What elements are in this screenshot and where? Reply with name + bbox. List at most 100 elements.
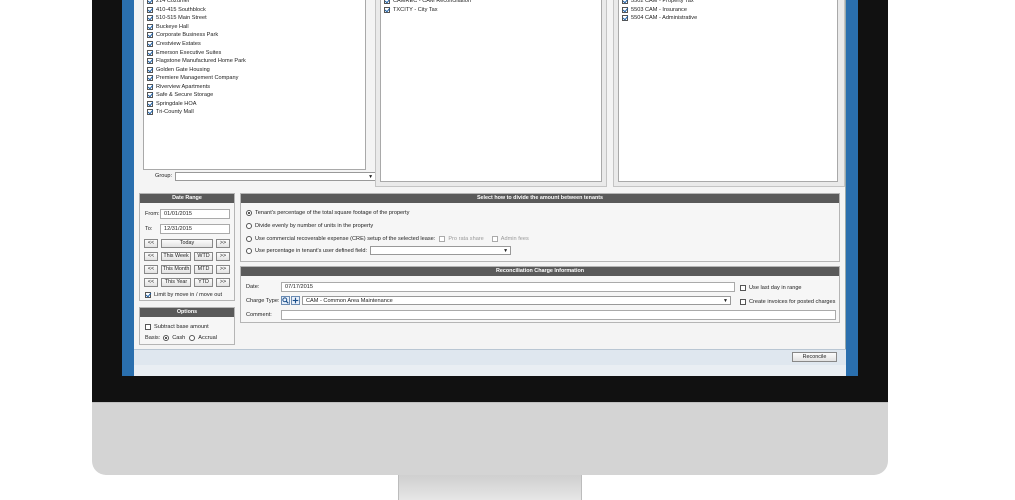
- this-month-button[interactable]: This Month: [161, 265, 191, 274]
- next-month-button[interactable]: >>: [216, 265, 230, 274]
- list-item-label: Riverview Apartments: [156, 83, 211, 90]
- list-item[interactable]: Corporate Business Park: [147, 31, 218, 40]
- list-item[interactable]: 510-515 Main Street: [147, 14, 207, 23]
- comment-input[interactable]: [281, 310, 836, 320]
- cash-label: Cash: [172, 334, 186, 341]
- this-year-button[interactable]: This Year: [161, 278, 191, 287]
- list-item-checkbox[interactable]: [147, 41, 153, 47]
- monitor-chin: [92, 402, 888, 475]
- list-item[interactable]: Tri-County Mall: [147, 108, 194, 117]
- create-invoices-checkbox[interactable]: [740, 298, 746, 305]
- list-item-label: Corporate Business Park: [156, 32, 219, 39]
- list-item[interactable]: Riverview Apartments: [147, 83, 210, 92]
- from-date-input[interactable]: 01/01/2015: [160, 209, 230, 219]
- list-item[interactable]: TXCITY - City Tax: [384, 6, 438, 15]
- ytd-button[interactable]: YTD: [194, 278, 213, 287]
- admin-fees-label: Admin fees: [500, 235, 529, 242]
- list-item-label: Buckeye Hall: [156, 23, 189, 30]
- this-week-button[interactable]: This Week: [161, 252, 191, 261]
- prev-month-button[interactable]: <<: [144, 265, 158, 274]
- list-item-checkbox[interactable]: [384, 6, 390, 13]
- charge-type-select[interactable]: CAM - Common Area Maintenance ▼: [302, 296, 731, 305]
- list-item[interactable]: Flagstone Manufactured Home Park: [147, 57, 246, 66]
- list-item[interactable]: 5504 CAM - Administrative: [622, 14, 697, 23]
- list-item-checkbox[interactable]: [147, 100, 153, 107]
- group-row: Group: ▼: [155, 171, 377, 181]
- next-today-button[interactable]: >>: [216, 239, 230, 248]
- list-item-checkbox[interactable]: [147, 58, 153, 65]
- list-item-checkbox[interactable]: [147, 92, 153, 99]
- reconcile-button[interactable]: Reconcile: [792, 352, 837, 362]
- limit-move-row[interactable]: Limit by move in / move out: [145, 290, 222, 299]
- list-item-checkbox[interactable]: [622, 0, 628, 5]
- mtd-button[interactable]: MTD: [194, 265, 213, 274]
- list-item-checkbox[interactable]: [147, 49, 153, 56]
- list-item[interactable]: 410-415 Southblock: [147, 6, 206, 15]
- list-item-checkbox[interactable]: [147, 66, 153, 73]
- charge-type-value: CAM - Common Area Maintenance: [306, 297, 393, 304]
- list-item-checkbox[interactable]: [147, 75, 153, 82]
- limit-move-checkbox[interactable]: [145, 291, 151, 298]
- divide-panel: Select how to divide the amount between …: [240, 193, 840, 262]
- last-day-checkbox[interactable]: [740, 284, 746, 291]
- udf-select[interactable]: ▼: [370, 246, 512, 255]
- divide-option-2[interactable]: Use commercial recoverable expense (CRE)…: [246, 234, 529, 243]
- divide-option-1[interactable]: Divide evenly by number of units in the …: [246, 221, 373, 230]
- property-list[interactable]: 214 Cozumel 410-415 Southblock 510-515 Mai…: [143, 0, 366, 170]
- pro-rata-checkbox[interactable]: [439, 235, 446, 242]
- divide-option-3[interactable]: Use percentage in tenant's user defined …: [246, 246, 512, 255]
- list-item[interactable]: Emerson Executive Suites: [147, 48, 221, 57]
- wtd-button[interactable]: WTD: [194, 252, 213, 261]
- subtract-base-row[interactable]: Subtract base amount: [145, 322, 209, 331]
- divide-option-0[interactable]: Tenant's percentage of the total square …: [246, 208, 409, 217]
- divide-radio-2[interactable]: [246, 235, 252, 242]
- charge-code-list[interactable]: CAMREC - CAM Reconciliation TXCITY - City…: [380, 0, 602, 182]
- accrual-radio[interactable]: [189, 334, 196, 341]
- divide-radio-1[interactable]: [246, 222, 252, 229]
- today-button[interactable]: Today: [161, 239, 213, 248]
- list-item[interactable]: Golden Gate Housing: [147, 65, 210, 74]
- last-day-row[interactable]: Use last day in range: [740, 283, 802, 292]
- next-year-button[interactable]: >>: [216, 278, 230, 287]
- list-item-checkbox[interactable]: [622, 15, 628, 22]
- cash-radio[interactable]: [163, 334, 170, 341]
- to-date-input[interactable]: 12/31/2015: [160, 224, 230, 234]
- group-label: Group:: [155, 173, 173, 179]
- list-item-checkbox[interactable]: [147, 83, 153, 90]
- list-item-checkbox[interactable]: [147, 0, 153, 5]
- list-item-checkbox[interactable]: [147, 109, 153, 116]
- chevron-down-icon: ▼: [368, 173, 374, 180]
- list-item-checkbox[interactable]: [622, 6, 628, 13]
- plus-icon[interactable]: [291, 296, 300, 305]
- charge-date-input[interactable]: 07/17/2015: [281, 282, 735, 292]
- next-week-button[interactable]: >>: [216, 252, 230, 261]
- list-item[interactable]: Springdale HOA: [147, 100, 196, 109]
- subtract-base-checkbox[interactable]: [145, 323, 151, 330]
- prev-year-button[interactable]: <<: [144, 278, 158, 287]
- monitor-screen: 214 Cozumel 410-415 Southblock 510-515 Mai…: [122, 0, 858, 376]
- list-item[interactable]: Crestview Estates: [147, 40, 201, 49]
- list-item[interactable]: Safe & Secure Storage: [147, 91, 213, 100]
- list-item-checkbox[interactable]: [147, 32, 153, 39]
- divide-label-1: Divide evenly by number of units in the …: [255, 222, 374, 229]
- admin-fees-checkbox[interactable]: [491, 235, 498, 242]
- date-range-panel: Date Range From: 01/01/2015 To: 12/31/20…: [139, 193, 235, 301]
- list-item[interactable]: Buckeye Hall: [147, 23, 189, 32]
- list-item-checkbox[interactable]: [384, 0, 390, 5]
- divide-radio-3[interactable]: [246, 247, 252, 254]
- reconciliation-window: 214 Cozumel 410-415 Southblock 510-515 Mai…: [134, 0, 846, 349]
- list-item-checkbox[interactable]: [147, 23, 153, 30]
- expense-account-list[interactable]: 5502 CAM - Property Tax 5503 CAM - Insura…: [618, 0, 838, 182]
- create-invoices-row[interactable]: Create invoices for posted charges: [740, 297, 835, 306]
- list-item-checkbox[interactable]: [147, 15, 153, 22]
- prev-week-button[interactable]: <<: [144, 252, 158, 261]
- list-item[interactable]: Premiere Management Company: [147, 74, 238, 83]
- list-item-checkbox[interactable]: [147, 6, 153, 13]
- list-item[interactable]: 5503 CAM - Insurance: [622, 6, 687, 15]
- divide-radio-0[interactable]: [246, 209, 252, 216]
- group-select[interactable]: ▼: [175, 171, 377, 181]
- divide-label-2: Use commercial recoverable expense (CRE)…: [255, 235, 436, 242]
- list-item-label: Tri-County Mall: [156, 109, 194, 116]
- search-icon[interactable]: [281, 296, 290, 305]
- prev-today-button[interactable]: <<: [144, 239, 158, 248]
